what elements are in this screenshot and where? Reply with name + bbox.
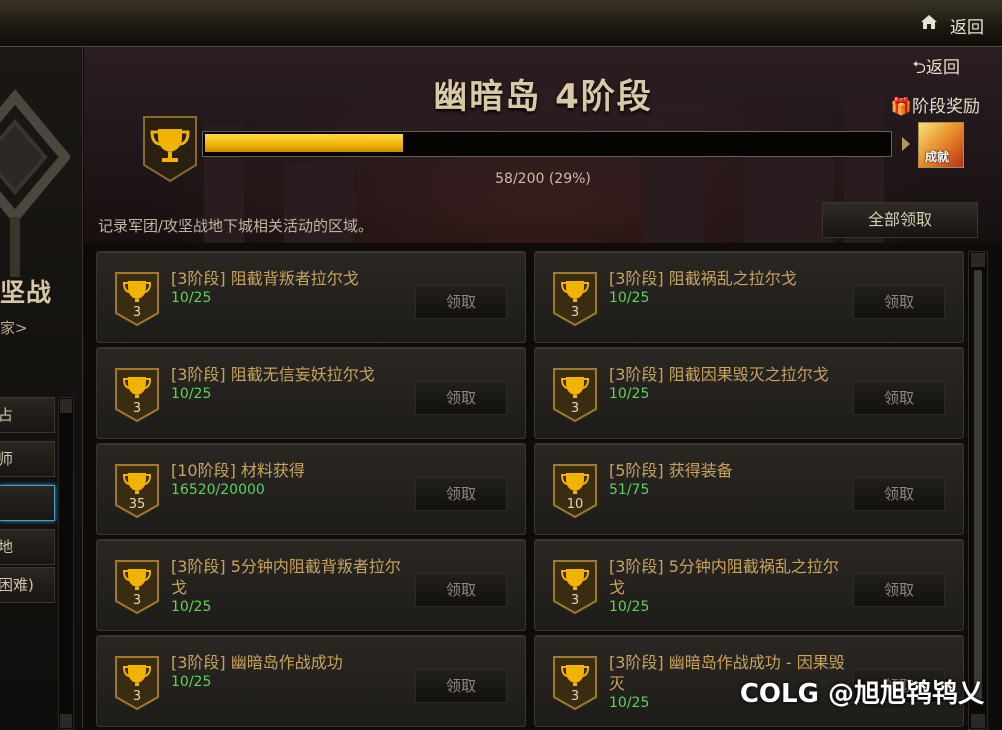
achievement-card: 3 [3阶段] 5分钟内阻截背叛者拉尔戈 10/25 领取 (96, 539, 526, 631)
castle-silhouette (744, 143, 834, 243)
achievement-progress: 10/25 (171, 290, 212, 306)
sub-back-button[interactable]: ⮌返回 (912, 53, 960, 84)
claim-button[interactable]: 领取 (853, 573, 945, 607)
achievement-card: 3 [3阶段] 幽暗岛作战成功 10/25 领取 (96, 635, 526, 727)
claim-button[interactable]: 领取 (853, 285, 945, 319)
achievement-progress: 10/25 (609, 386, 650, 402)
claim-button[interactable]: 领取 (853, 477, 945, 511)
badge-count: 3 (132, 593, 142, 608)
achievement-progress: 10/25 (609, 695, 650, 711)
top-bar: 返回 (0, 0, 1002, 47)
achievement-title: [3阶段] 幽暗岛作战成功 (171, 653, 343, 672)
badge-count: 3 (570, 689, 580, 704)
achievement-title: [3阶段] 5分钟内阻截背叛者拉尔戈 (171, 557, 401, 597)
stage-reward-label: 阶段奖励 (912, 97, 980, 117)
badge-count: 10 (566, 497, 584, 512)
claim-button[interactable]: 领取 (415, 381, 507, 415)
achievement-progress: 10/25 (171, 386, 212, 402)
badge-count: 3 (132, 401, 142, 416)
left-menu-item-1[interactable]: 占 (0, 397, 55, 433)
left-menu-item-3[interactable] (0, 485, 55, 521)
scroll-up-icon[interactable] (971, 253, 985, 267)
achievement-card: 3 [3阶段] 阻截祸乱之拉尔戈 10/25 领取 (534, 251, 964, 343)
achievement-card: 3 [3阶段] 阻截因果毁灭之拉尔戈 10/25 领取 (534, 347, 964, 439)
dungeon-subtitle[interactable]: 家> (0, 317, 28, 338)
achievement-progress: 10/25 (171, 599, 212, 615)
achievement-title: [3阶段] 5分钟内阻截祸乱之拉尔戈 (609, 557, 839, 597)
progress-text: 58/200 (29%) (495, 171, 591, 187)
stage-progress-fill (205, 134, 403, 152)
achievement-card: 3 [3阶段] 阻截无信妄妖拉尔戈 10/25 领取 (96, 347, 526, 439)
badge-count: 3 (570, 401, 580, 416)
achievement-progress: 10/25 (609, 290, 650, 306)
achievement-card: 3 [3阶段] 5分钟内阻截祸乱之拉尔戈 10/25 领取 (534, 539, 964, 631)
back-button[interactable]: 返回 (950, 13, 984, 38)
progress-arrow-icon (902, 137, 910, 151)
badge-count: 3 (570, 593, 580, 608)
achievement-title: [3阶段] 阻截背叛者拉尔戈 (171, 269, 359, 288)
achievement-card: 35 [10阶段] 材料获得 16520/20000 领取 (96, 443, 526, 535)
badge-count: 3 (132, 305, 142, 320)
achievement-progress: 16520/20000 (171, 482, 265, 498)
home-icon[interactable] (920, 14, 938, 30)
stage-progress-bar (202, 131, 892, 157)
stage-banner: 幽暗岛 4阶段 ⮌返回 🎁阶段奖励 成就 58/200 (29%) 记录军团/攻… (84, 47, 1002, 243)
claim-button[interactable]: 领取 (415, 477, 507, 511)
achievement-reward-icon[interactable]: 成就 (918, 122, 964, 168)
gift-icon: 🎁 (890, 97, 912, 117)
left-menu-item-2[interactable]: 师 (0, 441, 55, 477)
left-panel: 坚战 家> 占 师 地 困难) (0, 47, 83, 730)
claim-button[interactable]: 领取 (415, 285, 507, 319)
achievement-progress: 10/25 (171, 674, 212, 690)
scroll-thumb[interactable] (974, 270, 982, 700)
claim-all-button[interactable]: 全部领取 (822, 202, 978, 238)
claim-button[interactable]: 领取 (853, 381, 945, 415)
achievement-progress: 10/25 (609, 599, 650, 615)
left-menu-item-5[interactable]: 困难) (0, 567, 55, 603)
dungeon-title: 坚战 (0, 278, 53, 307)
claim-button[interactable]: 领取 (415, 669, 507, 703)
stage-reward-button[interactable]: 🎁阶段奖励 (891, 92, 980, 117)
dungeon-emblem-icon (0, 89, 70, 277)
reward-icon-label: 成就 (925, 150, 950, 164)
scroll-down-icon[interactable] (971, 714, 985, 728)
badge-count: 35 (128, 497, 146, 512)
achievement-panel: 幽暗岛 4阶段 ⮌返回 🎁阶段奖励 成就 58/200 (29%) 记录军团/攻… (84, 47, 1002, 730)
left-scrollbar[interactable] (58, 397, 74, 730)
left-menu-item-4[interactable]: 地 (0, 529, 55, 565)
badge-count: 3 (132, 689, 142, 704)
achievement-title: [10阶段] 材料获得 (171, 461, 305, 480)
achievement-title: [5阶段] 获得装备 (609, 461, 733, 480)
achievement-progress: 51/75 (609, 482, 650, 498)
description-text: 记录军团/攻坚战地下城相关活动的区域。 (98, 217, 374, 235)
achievement-title: [3阶段] 阻截无信妄妖拉尔戈 (171, 365, 375, 384)
list-scrollbar[interactable] (968, 251, 988, 730)
watermark: COLG @旭旭鸨鸨乂 (739, 679, 984, 709)
achievement-title: [3阶段] 阻截祸乱之拉尔戈 (609, 269, 797, 288)
page-title: 幽暗岛 4阶段 (433, 77, 653, 117)
scroll-up-icon[interactable] (60, 399, 72, 413)
scroll-down-icon[interactable] (60, 714, 72, 728)
achievement-card: 10 [5阶段] 获得装备 51/75 领取 (534, 443, 964, 535)
achievement-title: [3阶段] 阻截因果毁灭之拉尔戈 (609, 365, 829, 384)
badge-count: 3 (570, 305, 580, 320)
claim-button[interactable]: 领取 (415, 573, 507, 607)
achievement-card: 3 [3阶段] 阻截背叛者拉尔戈 10/25 领取 (96, 251, 526, 343)
